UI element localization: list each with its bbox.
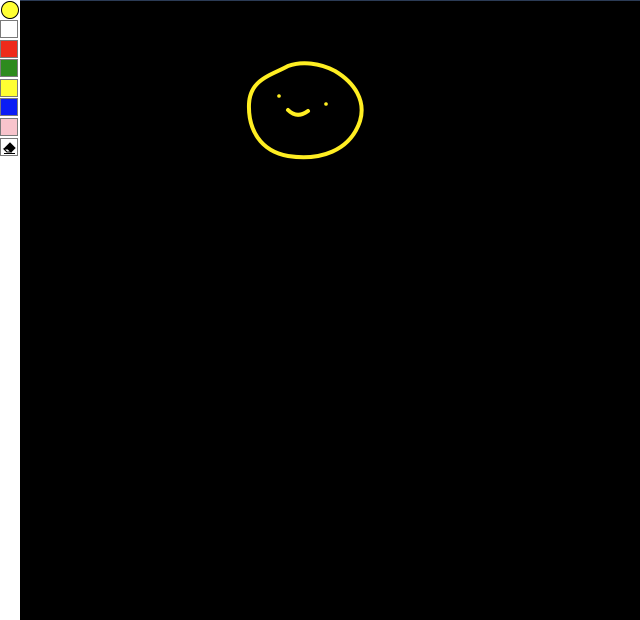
smiley-left-eye bbox=[277, 94, 281, 98]
smiley-face-outline bbox=[246, 61, 364, 160]
paint-app bbox=[0, 0, 640, 620]
eraser-button[interactable] bbox=[0, 138, 18, 156]
current-color-dot bbox=[1, 1, 19, 19]
smiley-right-eye bbox=[324, 102, 328, 106]
swatch-yellow[interactable] bbox=[0, 79, 18, 97]
swatch-green[interactable] bbox=[0, 59, 18, 77]
eraser-icon bbox=[2, 142, 16, 154]
smiley-mouth bbox=[286, 108, 310, 117]
color-palette bbox=[0, 0, 20, 620]
swatch-white[interactable] bbox=[0, 20, 18, 38]
current-color-indicator bbox=[0, 0, 20, 20]
swatch-blue[interactable] bbox=[0, 98, 18, 116]
swatch-pink[interactable] bbox=[0, 118, 18, 136]
drawing-canvas[interactable] bbox=[20, 0, 640, 620]
swatch-red[interactable] bbox=[0, 40, 18, 58]
canvas-drawing-layer bbox=[246, 61, 364, 160]
